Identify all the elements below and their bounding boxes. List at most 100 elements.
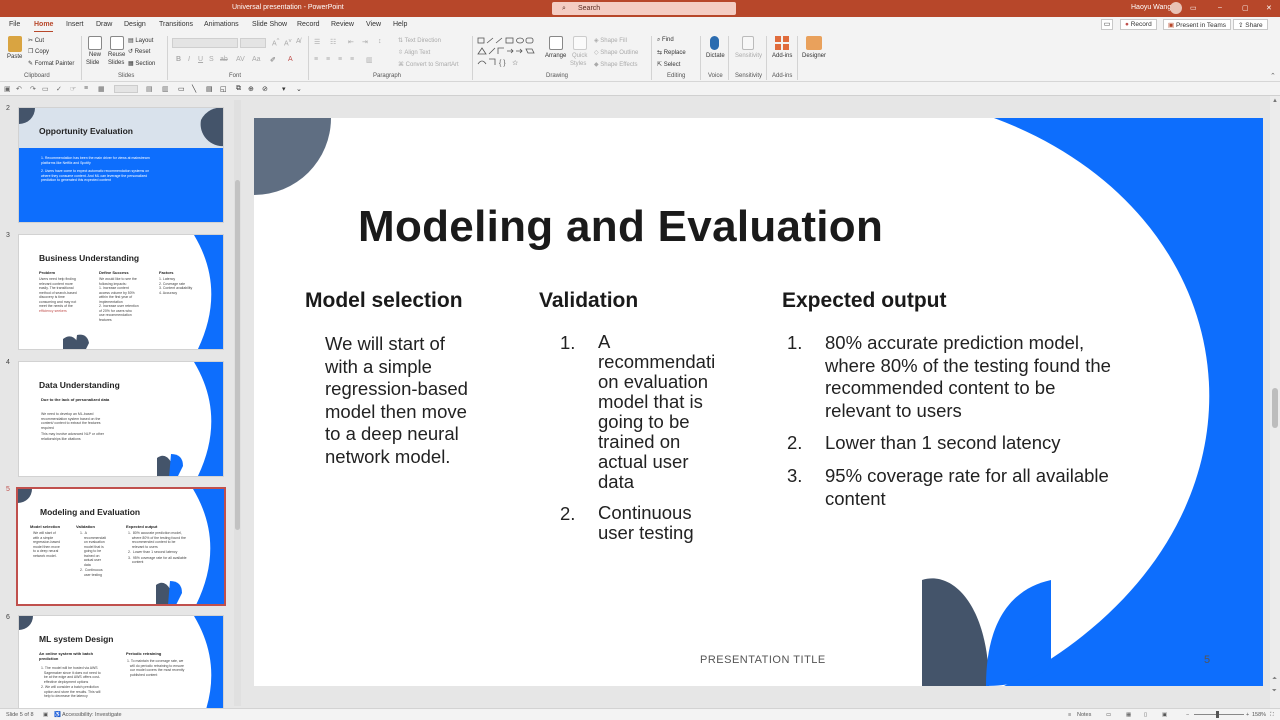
text-direction-button[interactable]: ⇅ Text Direction: [398, 37, 441, 44]
tab-file[interactable]: File: [9, 21, 20, 28]
find-button[interactable]: ⌕ Find: [657, 37, 674, 44]
column-heading-expected-output[interactable]: Expected output: [782, 289, 947, 313]
slide-thumbnail-4[interactable]: Data Understanding Due to the lack of pe…: [18, 361, 224, 477]
add-ins-icon[interactable]: [775, 36, 789, 50]
shapes-gallery[interactable]: { } ☆: [476, 36, 538, 68]
section-button[interactable]: ▦ Section: [128, 60, 155, 67]
share-button[interactable]: ⇪ Share: [1233, 19, 1268, 30]
increase-font-icon[interactable]: A^: [272, 38, 279, 47]
slide-thumbnail-2[interactable]: Opportunity Evaluation 1. Recommendation…: [18, 107, 224, 223]
tab-view[interactable]: View: [366, 21, 381, 28]
align-center-icon[interactable]: ≡: [326, 56, 330, 63]
tab-slide-show[interactable]: Slide Show: [252, 21, 287, 28]
touch-mode-icon[interactable]: ☞: [70, 85, 76, 93]
bullets-icon[interactable]: ☰: [314, 38, 320, 46]
start-presentation-icon[interactable]: ▭: [42, 85, 49, 93]
save-icon[interactable]: ▣: [4, 85, 11, 93]
line-spacing-icon[interactable]: ↕: [378, 38, 382, 45]
quick-styles-icon[interactable]: [573, 36, 587, 50]
minimize-button[interactable]: –: [1218, 4, 1222, 11]
shapes-icon[interactable]: ◱: [220, 85, 227, 93]
dictate-button[interactable]: Dictate: [706, 53, 725, 59]
next-slide-icon[interactable]: ⏷: [1272, 688, 1277, 695]
slide-title[interactable]: Modeling and Evaluation: [358, 202, 883, 252]
language-icon[interactable]: ▣: [43, 712, 48, 718]
paste-icon[interactable]: [8, 36, 22, 52]
replace-button[interactable]: ⇆ Replace: [657, 49, 686, 56]
numbering-icon[interactable]: ☷: [330, 38, 336, 46]
slide-thumbnail-3[interactable]: Business Understanding Problem Define Su…: [18, 234, 224, 350]
zoom-slider[interactable]: [1194, 714, 1244, 715]
image-icon[interactable]: ▥: [162, 85, 169, 93]
align-text-button[interactable]: ⇳ Align Text: [398, 49, 430, 56]
add-ins-button[interactable]: Add-ins: [772, 53, 792, 59]
scrollbar-thumb[interactable]: [235, 180, 240, 530]
new-slide-icon[interactable]: [88, 36, 102, 50]
text-box-icon[interactable]: ▤: [206, 85, 213, 93]
zoom-out-icon[interactable]: −: [1186, 712, 1189, 718]
designer-button[interactable]: Designer: [802, 53, 826, 59]
slide-number[interactable]: 5: [1204, 654, 1210, 666]
tab-insert[interactable]: Insert: [66, 21, 84, 28]
search-box[interactable]: ⌕ Search: [552, 2, 736, 15]
avatar[interactable]: [1170, 2, 1182, 14]
table-icon[interactable]: ▤: [146, 85, 153, 93]
designer-icon[interactable]: [806, 36, 822, 50]
tab-record[interactable]: Record: [297, 21, 320, 28]
copy-button[interactable]: ❐ Copy: [28, 48, 49, 55]
redo-icon[interactable]: ↷: [30, 85, 36, 93]
zoom-level[interactable]: 158%: [1252, 712, 1266, 718]
strikethrough-icon[interactable]: ab: [220, 56, 228, 63]
arrange-button[interactable]: Arrange: [545, 53, 566, 59]
paste-button[interactable]: Paste: [7, 54, 22, 60]
user-name[interactable]: Haoyu Wang: [1131, 4, 1171, 11]
close-button[interactable]: ✕: [1266, 4, 1272, 12]
reading-view-icon[interactable]: ▯: [1144, 712, 1147, 718]
convert-smartart-button[interactable]: ⌘ Convert to SmartArt: [398, 61, 459, 68]
font-box[interactable]: [114, 85, 138, 93]
previous-slide-icon[interactable]: ⏶: [1272, 676, 1277, 683]
arrange-icon[interactable]: [549, 36, 563, 50]
model-selection-text[interactable]: We will start of with a simple regressio…: [325, 333, 505, 468]
format-icon[interactable]: ≡: [84, 85, 88, 92]
bold-icon[interactable]: B: [176, 56, 181, 63]
tab-home[interactable]: Home: [34, 21, 54, 33]
scroll-up-icon[interactable]: ▲: [1272, 98, 1278, 104]
justify-icon[interactable]: ≡: [350, 56, 354, 63]
align-right-icon[interactable]: ≡: [338, 56, 342, 63]
scrollbar-thumb[interactable]: [1272, 388, 1278, 428]
new-slide-button[interactable]: New: [89, 52, 101, 58]
microphone-icon[interactable]: [710, 36, 719, 50]
columns-icon[interactable]: ▥: [366, 56, 373, 64]
slide-footer[interactable]: PRESENTATION TITLE: [700, 654, 826, 666]
accessibility-status[interactable]: Accessibility: Investigate: [62, 712, 122, 718]
ribbon-display-icon[interactable]: ▭: [1190, 4, 1197, 12]
more-icon[interactable]: ⌄: [296, 85, 302, 93]
font-color-icon[interactable]: A: [288, 56, 293, 63]
thumbnail-scrollbar[interactable]: [234, 100, 241, 706]
highlight-icon[interactable]: ✐: [270, 56, 276, 64]
slide-sorter-icon[interactable]: ▦: [1126, 712, 1131, 718]
outdent-icon[interactable]: ⇥: [362, 38, 368, 46]
decrease-font-icon[interactable]: Av: [284, 38, 292, 47]
reuse-slides-icon[interactable]: [110, 36, 124, 50]
spacing-icon[interactable]: AV: [236, 56, 245, 63]
undo-icon[interactable]: ↶: [16, 85, 22, 93]
customize-qat-icon[interactable]: ▾: [282, 85, 286, 93]
format-painter-button[interactable]: ✎ Format Painter: [28, 60, 74, 67]
zoom-slider-handle[interactable]: [1216, 711, 1219, 718]
font-name-dropdown[interactable]: [172, 38, 238, 48]
tab-animations[interactable]: Animations: [204, 21, 239, 28]
shape-format-icon[interactable]: ⊕: [248, 85, 254, 93]
tab-design[interactable]: Design: [124, 21, 146, 28]
slide-thumbnail-5[interactable]: Modeling and Evaluation Model selection …: [16, 487, 226, 606]
zoom-in-icon[interactable]: +: [1246, 712, 1249, 718]
sensitivity-button[interactable]: Sensitivity: [735, 53, 762, 59]
column-heading-model-selection[interactable]: Model selection: [305, 289, 463, 313]
tab-review[interactable]: Review: [331, 21, 354, 28]
drawing-icon[interactable]: ⊘: [262, 85, 268, 93]
tab-draw[interactable]: Draw: [96, 21, 112, 28]
notes-icon[interactable]: ≡: [1068, 712, 1071, 718]
shape-effects-button[interactable]: ◆ Shape Effects: [594, 61, 638, 68]
layout-button[interactable]: ▤ Layout: [128, 37, 153, 44]
